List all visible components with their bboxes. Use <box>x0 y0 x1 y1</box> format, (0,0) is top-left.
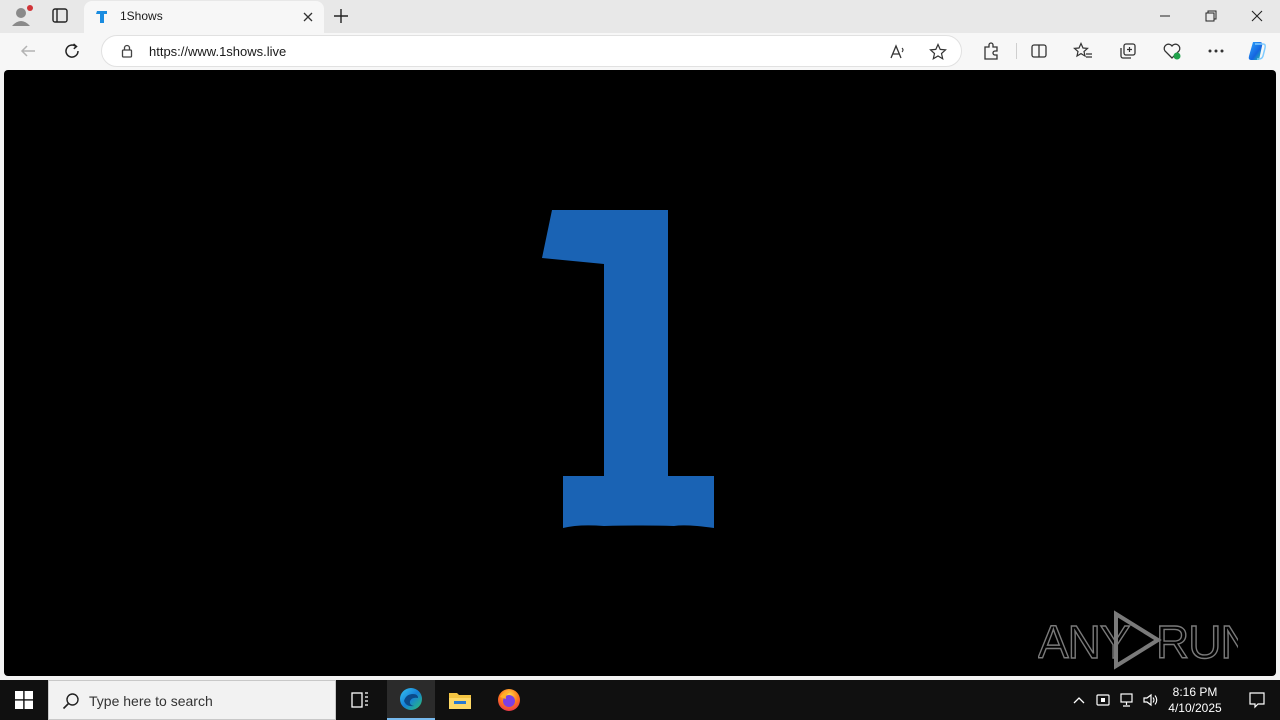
minimize-icon[interactable] <box>1142 0 1188 32</box>
close-window-icon[interactable] <box>1234 0 1280 32</box>
edge-icon[interactable] <box>387 680 435 720</box>
tab-title: 1Shows <box>120 9 163 23</box>
windows-start-icon[interactable] <box>0 680 48 720</box>
svg-text:RUN: RUN <box>1156 616 1238 668</box>
copilot-icon[interactable] <box>1246 40 1268 62</box>
file-explorer-icon[interactable] <box>436 680 484 720</box>
back-icon[interactable] <box>16 39 40 63</box>
new-tab-icon[interactable] <box>330 5 352 27</box>
security-icon[interactable] <box>1094 690 1112 710</box>
title-bar: 1Shows <box>0 0 1280 33</box>
page-viewport: ANY RUN <box>4 70 1276 676</box>
search-icon <box>62 692 80 710</box>
taskbar: Type here to search 8:16 PM 4/10/2025 <box>0 680 1280 720</box>
favorites-icon[interactable] <box>1072 40 1094 62</box>
anyrun-watermark: ANY RUN <box>1038 610 1238 670</box>
chevron-up-icon[interactable] <box>1070 690 1088 710</box>
profile-icon[interactable] <box>8 4 34 28</box>
task-view-icon[interactable] <box>336 680 384 720</box>
network-icon[interactable] <box>1118 690 1136 710</box>
taskbar-search-box[interactable]: Type here to search <box>48 680 336 720</box>
read-aloud-icon[interactable] <box>888 42 908 62</box>
1shows-favicon-icon <box>94 9 110 25</box>
browser-essentials-icon[interactable] <box>1161 40 1183 62</box>
1shows-logo-icon <box>542 210 714 528</box>
close-tab-icon[interactable] <box>300 9 316 25</box>
address-bar[interactable]: https://www.1shows.live <box>101 35 962 67</box>
notification-icon[interactable] <box>1234 680 1280 720</box>
extensions-icon[interactable] <box>980 40 1002 62</box>
clock-date: 4/10/2025 <box>1168 701 1222 715</box>
url-text[interactable]: https://www.1shows.live <box>149 44 286 59</box>
clock-time: 8:16 PM <box>1172 685 1218 699</box>
collections-icon[interactable] <box>1117 40 1139 62</box>
more-icon[interactable] <box>1205 40 1227 62</box>
taskbar-clock[interactable]: 8:16 PM 4/10/2025 <box>1162 684 1228 716</box>
toolbar-divider <box>1016 43 1017 59</box>
favorite-star-icon[interactable] <box>928 42 948 62</box>
restore-icon[interactable] <box>1188 0 1234 32</box>
refresh-icon[interactable] <box>60 39 84 63</box>
search-placeholder: Type here to search <box>89 693 213 709</box>
firefox-icon[interactable] <box>485 680 533 720</box>
browser-toolbar: https://www.1shows.live <box>0 33 1280 70</box>
split-screen-icon[interactable] <box>1028 40 1050 62</box>
tab-1shows[interactable]: 1Shows <box>84 1 324 33</box>
tab-actions-icon[interactable] <box>48 5 72 27</box>
lock-icon[interactable] <box>120 44 134 58</box>
volume-icon[interactable] <box>1142 690 1160 710</box>
